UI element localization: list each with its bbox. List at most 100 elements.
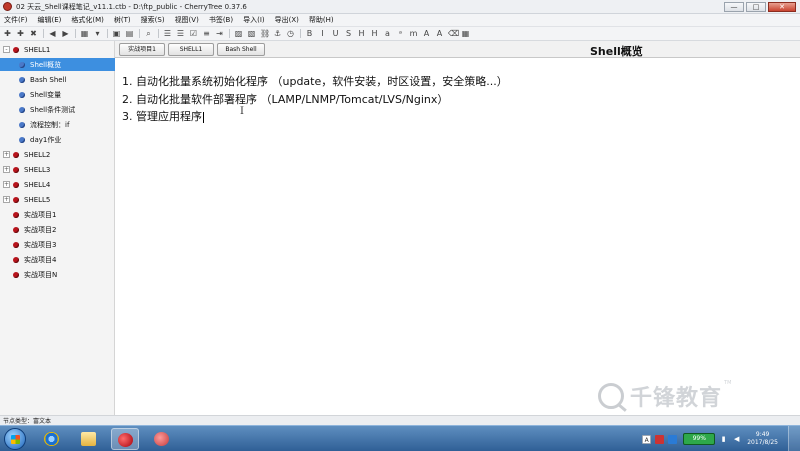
tab-project1[interactable]: 实战项目1	[119, 43, 165, 56]
tray-app-icon[interactable]	[668, 434, 678, 444]
menu-format[interactable]: 格式化(M)	[71, 15, 104, 25]
clear-format-icon[interactable]: ⌫	[448, 29, 459, 38]
indent-icon[interactable]: ⇥	[215, 29, 224, 38]
tree-node-label: SHELL5	[24, 195, 51, 204]
table-icon[interactable]: ▦	[80, 29, 89, 38]
export-pdf-icon[interactable]: ▤	[125, 29, 134, 38]
watermark-q-icon	[598, 383, 624, 409]
expand-icon[interactable]: +	[3, 166, 10, 173]
anchor-icon[interactable]: ⚓	[273, 29, 282, 38]
maximize-button[interactable]: □	[746, 2, 766, 12]
menu-import[interactable]: 导入(I)	[243, 15, 265, 25]
menu-help[interactable]: 帮助(H)	[309, 15, 334, 25]
tree-node-shell-overview[interactable]: Shell概览	[0, 58, 115, 71]
menu-export[interactable]: 导出(X)	[275, 15, 299, 25]
menu-search[interactable]: 搜索(S)	[141, 15, 165, 25]
menu-bookmarks[interactable]: 书签(B)	[209, 15, 233, 25]
close-button[interactable]: ✕	[768, 2, 796, 12]
add-node-icon[interactable]: ✚	[3, 29, 12, 38]
numbered-list-icon[interactable]: ☰	[176, 29, 185, 38]
tab-shell1[interactable]: SHELL1	[168, 43, 214, 56]
taskbar-explorer[interactable]	[75, 428, 103, 450]
tree-node-project1[interactable]: 实战项目1	[0, 208, 115, 221]
background-color-icon[interactable]: A	[435, 29, 444, 38]
back-icon[interactable]: ◀	[48, 29, 57, 38]
underline-icon[interactable]: U	[331, 29, 340, 38]
taskbar-ie[interactable]	[38, 428, 66, 450]
rich-text-editor[interactable]: 1. 自动化批量系统初始化程序 （update，软件安装，时区设置，安全策略..…	[116, 58, 800, 415]
tree-node-label: 流程控制：if	[30, 120, 70, 129]
forward-icon[interactable]: ▶	[61, 29, 70, 38]
node-red-icon	[13, 196, 19, 203]
editor-line-3: 3. 管理应用程序	[122, 108, 204, 124]
title-bar: 02 天云_Shell课程笔记_v11.1.ctb - D:\ftp_publi…	[0, 0, 800, 14]
add-subnode-icon[interactable]: ✚	[16, 29, 25, 38]
tree-node-project4[interactable]: 实战项目4	[0, 253, 115, 266]
tree-node-bash-shell[interactable]: Bash Shell	[0, 73, 115, 86]
battery-indicator[interactable]: 99%	[683, 433, 716, 445]
start-button[interactable]	[4, 428, 26, 450]
node-red-icon	[13, 166, 19, 173]
system-tray: A 99% ▮ ◀ 9:49 2017/8/25	[638, 426, 800, 451]
image-icon[interactable]: ▨	[234, 29, 243, 38]
timestamp-icon[interactable]: ◷	[286, 29, 295, 38]
monospace-icon[interactable]: m	[409, 29, 418, 38]
expand-icon[interactable]: +	[3, 196, 10, 203]
dropdown-arrow-icon[interactable]: ▾	[93, 29, 102, 38]
codebox-icon[interactable]: ▧	[247, 29, 256, 38]
grid-icon[interactable]: ▦	[461, 29, 470, 38]
tree-node-project2[interactable]: 实战项目2	[0, 223, 115, 236]
clock-time: 9:49	[755, 431, 770, 438]
menu-edit[interactable]: 编辑(E)	[38, 15, 62, 25]
tree-node-shell1[interactable]: - SHELL1	[0, 43, 115, 56]
bulleted-list-icon[interactable]: ☰	[163, 29, 172, 38]
strikethrough-icon[interactable]: S	[344, 29, 353, 38]
save-icon[interactable]: ▣	[112, 29, 121, 38]
todo-list-icon[interactable]: ☑	[189, 29, 198, 38]
network-icon[interactable]: ▮	[719, 435, 728, 444]
node-red-icon	[13, 226, 19, 233]
show-desktop-button[interactable]	[788, 426, 800, 451]
tree-node-shell5[interactable]: + SHELL5	[0, 193, 115, 206]
taskbar-cherrytree[interactable]	[111, 428, 139, 450]
tree-node-projectN[interactable]: 实战项目N	[0, 268, 115, 281]
taskbar-editor[interactable]	[148, 428, 176, 450]
tree-node-shell2[interactable]: + SHELL2	[0, 148, 115, 161]
tree-node-project3[interactable]: 实战项目3	[0, 238, 115, 251]
tree-node-shell4[interactable]: + SHELL4	[0, 178, 115, 191]
menu-tree[interactable]: 树(T)	[114, 15, 131, 25]
mouse-ibeam-cursor: I	[240, 106, 244, 117]
app-icon	[154, 432, 169, 446]
bold-icon[interactable]: B	[305, 29, 314, 38]
tree-node-shell-condition-test[interactable]: Shell条件测试	[0, 103, 115, 116]
toolbar: ✚ ✚ ✖ ◀ ▶ ▦ ▾ ▣ ▤ ⌕ ☰ ☰ ☑ ≡ ⇥ ▨ ▧ ⛓ ⚓ ◷ …	[0, 27, 800, 41]
tray-app-icon[interactable]	[655, 434, 665, 444]
clock[interactable]: 9:49 2017/8/25	[747, 431, 778, 447]
tree-node-flow-control-if[interactable]: 流程控制：if	[0, 118, 115, 131]
h2-icon[interactable]: H	[370, 29, 379, 38]
menu-file[interactable]: 文件(F)	[4, 15, 28, 25]
h1-icon[interactable]: H	[357, 29, 366, 38]
tree-node-shell-variables[interactable]: Shell变量	[0, 88, 115, 101]
volume-icon[interactable]: ◀	[732, 435, 741, 444]
collapse-icon[interactable]: -	[3, 46, 10, 53]
node-red-icon	[13, 46, 19, 53]
expand-icon[interactable]: +	[3, 181, 10, 188]
tree-node-shell3[interactable]: + SHELL3	[0, 163, 115, 176]
italic-icon[interactable]: I	[318, 29, 327, 38]
delete-node-icon[interactable]: ✖	[29, 29, 38, 38]
menu-view[interactable]: 视图(V)	[175, 15, 199, 25]
toolbar-separator	[75, 29, 76, 38]
folder-icon	[81, 432, 96, 446]
link-icon[interactable]: ⛓	[260, 29, 270, 38]
small-text-icon[interactable]: a	[383, 29, 392, 38]
find-icon[interactable]: ⌕	[144, 29, 153, 38]
expand-icon[interactable]: +	[3, 151, 10, 158]
ime-icon[interactable]: A	[642, 434, 652, 444]
minimize-button[interactable]: —	[724, 2, 744, 12]
text-color-icon[interactable]: A	[422, 29, 431, 38]
superscript-icon[interactable]: ᵃ	[396, 29, 405, 38]
tree-node-day1-homework[interactable]: day1作业	[0, 133, 115, 146]
align-icon[interactable]: ≡	[202, 29, 211, 38]
tab-bash-shell[interactable]: Bash Shell	[217, 43, 265, 56]
